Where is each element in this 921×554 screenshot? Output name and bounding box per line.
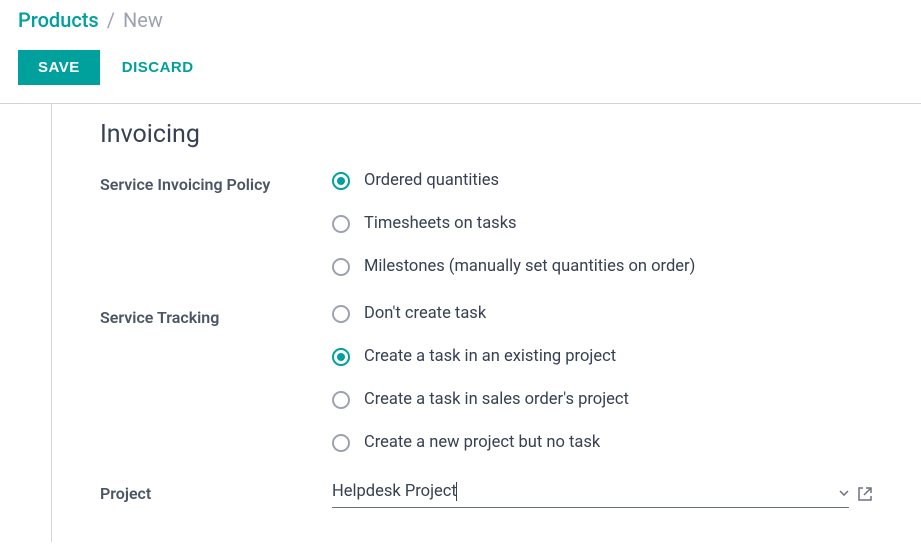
radio-label: Don't create task (364, 304, 486, 323)
radio-icon (332, 172, 350, 190)
radio-icon (332, 305, 350, 323)
breadcrumb-root-link[interactable]: Products (18, 8, 99, 32)
radio-timesheets-on-tasks[interactable]: Timesheets on tasks (332, 214, 873, 233)
radio-label: Create a task in an existing project (364, 347, 616, 366)
radio-ordered-quantities[interactable]: Ordered quantities (332, 171, 873, 190)
radio-create-new-project-no-task[interactable]: Create a new project but no task (332, 433, 873, 452)
chevron-down-icon (839, 485, 849, 499)
radio-icon (332, 348, 350, 366)
label-service-tracking: Service Tracking (100, 304, 332, 452)
discard-button[interactable]: DISCARD (122, 59, 194, 76)
radio-dont-create-task[interactable]: Don't create task (332, 304, 873, 323)
external-link-icon[interactable] (857, 486, 873, 502)
section-title-invoicing: Invoicing (100, 120, 873, 149)
radio-label: Create a new project but no task (364, 433, 600, 452)
breadcrumb-separator: / (107, 8, 115, 32)
label-invoicing-policy: Service Invoicing Policy (100, 171, 332, 276)
radio-label: Ordered quantities (364, 171, 499, 190)
breadcrumb-current: New (123, 8, 163, 32)
radio-icon (332, 215, 350, 233)
radio-group-invoicing-policy: Ordered quantities Timesheets on tasks M… (332, 171, 873, 276)
project-select-input[interactable]: Helpdesk Project (332, 480, 849, 508)
breadcrumb: Products / New (18, 8, 903, 32)
radio-create-task-sales-order-project[interactable]: Create a task in sales order's project (332, 390, 873, 409)
radio-icon (332, 434, 350, 452)
radio-label: Timesheets on tasks (364, 214, 517, 233)
radio-milestones[interactable]: Milestones (manually set quantities on o… (332, 257, 873, 276)
radio-icon (332, 258, 350, 276)
save-button[interactable]: SAVE (18, 50, 100, 85)
radio-create-task-existing-project[interactable]: Create a task in an existing project (332, 347, 873, 366)
label-project: Project (100, 480, 332, 508)
radio-label: Create a task in sales order's project (364, 390, 629, 409)
text-cursor (456, 482, 457, 501)
radio-icon (332, 391, 350, 409)
radio-label: Milestones (manually set quantities on o… (364, 257, 695, 276)
project-select-value: Helpdesk Project (332, 482, 457, 501)
radio-group-service-tracking: Don't create task Create a task in an ex… (332, 304, 873, 452)
left-border (0, 104, 52, 542)
